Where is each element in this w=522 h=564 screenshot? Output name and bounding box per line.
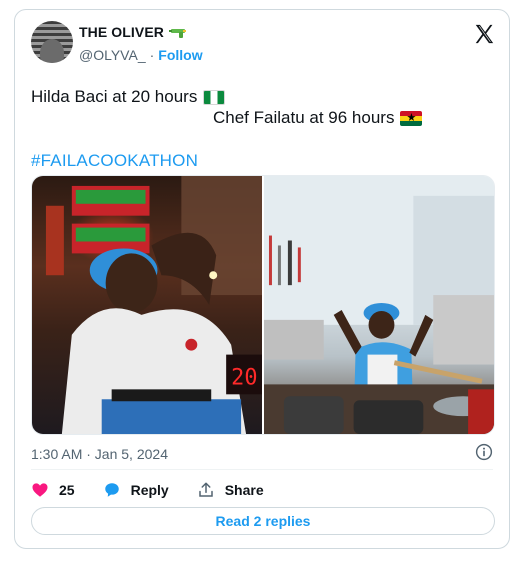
handle[interactable]: @OLYVA_ <box>79 47 146 63</box>
nigeria-flag-icon <box>203 89 226 105</box>
read-replies-button[interactable]: Read 2 replies <box>31 507 495 535</box>
separator: · <box>149 47 155 63</box>
x-logo-icon[interactable] <box>473 23 495 45</box>
reply-bubble-icon <box>104 483 119 497</box>
hashtag-link[interactable]: #FAILACOOKATHON <box>31 151 198 171</box>
display-name[interactable]: THE OLIVER <box>79 24 164 40</box>
share-button[interactable]: Share <box>197 481 264 499</box>
share-label: Share <box>224 482 264 498</box>
author-name-row: THE OLIVER <box>79 24 188 40</box>
avatar[interactable] <box>31 21 73 63</box>
tweet-card: THE OLIVER @OLYVA_ · Follow Hilda Baci a… <box>14 9 510 549</box>
info-icon[interactable] <box>475 443 493 461</box>
tweet-text-line-1: Hilda Baci at 20 hours <box>31 87 198 106</box>
like-button[interactable]: 25 <box>31 481 75 499</box>
share-icon <box>198 482 213 497</box>
media-grid: 20 <box>31 175 495 435</box>
action-bar: 25 Reply Share <box>31 479 292 501</box>
water-pistol-icon <box>168 26 188 38</box>
reply-button[interactable]: Reply <box>103 481 169 499</box>
chef-cheering-photo[interactable] <box>264 176 494 434</box>
like-count: 25 <box>59 482 75 498</box>
reply-label: Reply <box>130 482 169 498</box>
tweet-text-line-2: Chef Failatu at 96 hours <box>213 108 395 127</box>
handle-row: @OLYVA_ · Follow <box>79 47 203 63</box>
tweet-line-2: Chef Failatu at 96 hours <box>213 108 423 128</box>
tweet-timestamp[interactable]: 1:30 AM · Jan 5, 2024 <box>31 446 168 462</box>
clock-display: 20 <box>231 365 257 390</box>
divider <box>31 469 493 470</box>
ghana-flag-icon <box>400 110 423 126</box>
follow-button[interactable]: Follow <box>158 47 202 63</box>
heart-icon <box>32 483 48 497</box>
tweet-line-1: Hilda Baci at 20 hours <box>31 87 226 107</box>
chef-exhausted-photo[interactable]: 20 <box>32 176 262 434</box>
